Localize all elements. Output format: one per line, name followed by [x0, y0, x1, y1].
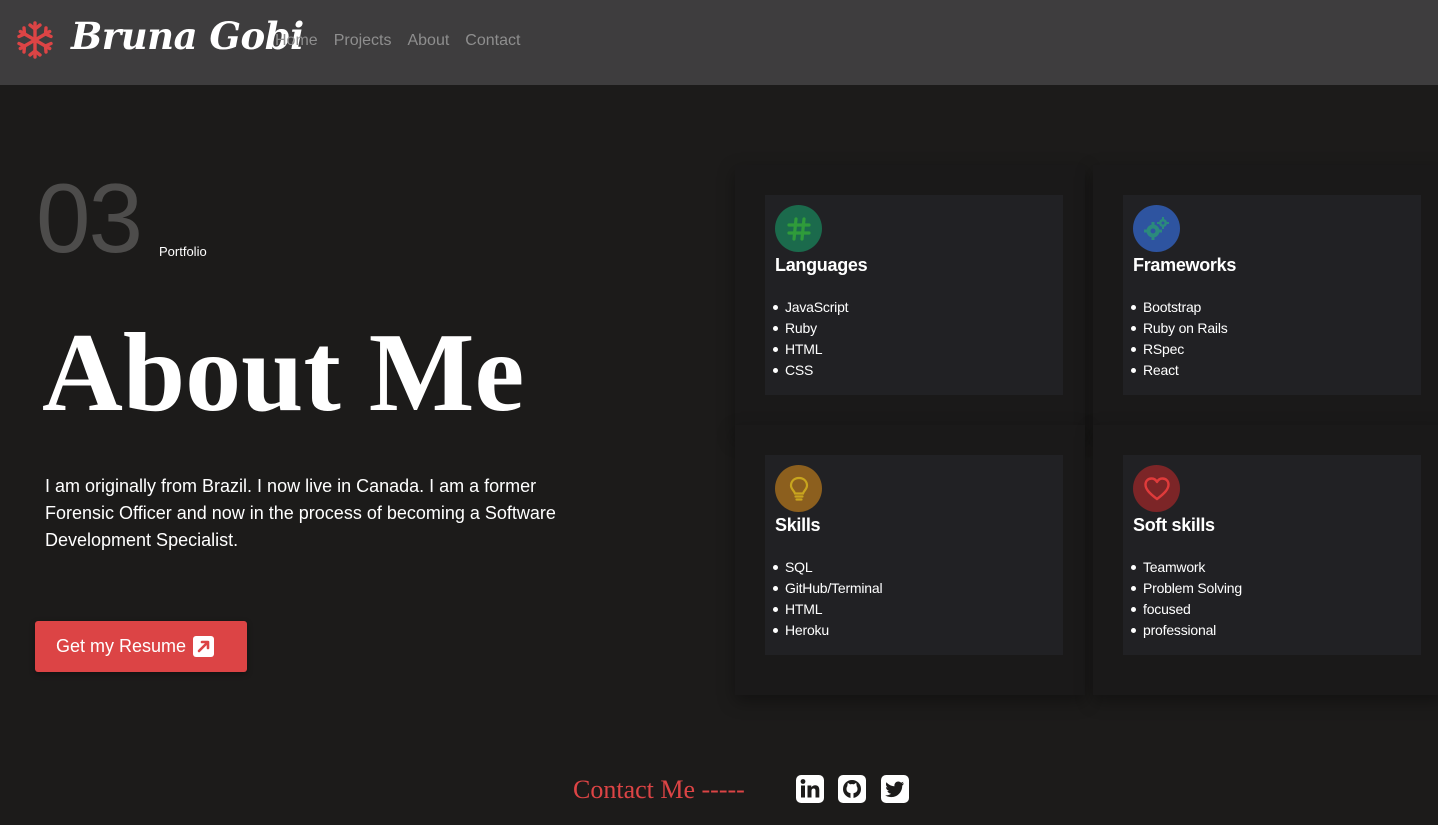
list-item: HTML: [772, 599, 882, 620]
nav-projects-link[interactable]: Projects: [334, 32, 392, 50]
list-item: Problem Solving: [1131, 578, 1242, 599]
github-icon[interactable]: [838, 775, 866, 803]
linkedin-icon[interactable]: [796, 775, 824, 803]
list-item: focused: [1131, 599, 1242, 620]
frameworks-card: Frameworks Bootstrap Ruby on Rails RSpec…: [1093, 165, 1438, 435]
list-item: Bootstrap: [1131, 297, 1228, 318]
card-list: JavaScript Ruby HTML CSS: [772, 297, 849, 381]
list-item: HTML: [772, 339, 848, 360]
card-body: Skills SQL GitHub/Terminal HTML Heroku: [765, 455, 1063, 655]
twitter-icon[interactable]: [881, 775, 909, 803]
card-title: Frameworks: [1133, 255, 1237, 275]
languages-card: Languages JavaScript Ruby HTML CSS: [735, 165, 1085, 435]
brand-name[interactable]: Bruna Gobi: [71, 14, 304, 58]
navbar: Bruna Gobi Home Projects About Contact: [0, 0, 1438, 85]
nav-contact-link[interactable]: Contact: [465, 32, 520, 50]
lightbulb-icon: [775, 465, 822, 512]
section-number: 03: [36, 163, 143, 273]
soft-skills-card: Soft skills Teamwork Problem Solving foc…: [1093, 425, 1438, 695]
heart-icon: [1133, 465, 1180, 512]
contact-label: Contact Me -----: [573, 775, 745, 804]
card-list: Teamwork Problem Solving focused profess…: [1131, 557, 1242, 641]
list-item: JavaScript: [772, 297, 849, 318]
resume-button-label: Get my Resume: [56, 636, 187, 656]
card-body: Frameworks Bootstrap Ruby on Rails RSpec…: [1123, 195, 1421, 395]
nav-home-link[interactable]: Home: [275, 32, 318, 50]
get-resume-button[interactable]: Get my Resume: [35, 621, 247, 672]
list-item: Teamwork: [1131, 557, 1242, 578]
card-body: Languages JavaScript Ruby HTML CSS: [765, 195, 1063, 395]
list-item: Ruby on Rails: [1131, 318, 1228, 339]
gears-icon: [1133, 205, 1180, 252]
page-title: About Me: [42, 311, 525, 435]
list-item: professional: [1131, 620, 1242, 641]
card-title: Languages: [775, 255, 868, 275]
section-label: Portfolio: [159, 244, 207, 259]
card-list: SQL GitHub/Terminal HTML Heroku: [772, 557, 883, 641]
hashtag-icon: [775, 205, 822, 252]
external-link-icon: [193, 636, 215, 657]
about-description: I am originally from Brazil. I now live …: [45, 476, 556, 550]
snowflake-icon[interactable]: [16, 21, 54, 59]
card-title: Skills: [775, 515, 821, 535]
list-item: React: [1131, 360, 1228, 381]
list-item: RSpec: [1131, 339, 1228, 360]
skills-card: Skills SQL GitHub/Terminal HTML Heroku: [735, 425, 1085, 695]
list-item: Heroku: [772, 620, 882, 641]
list-item: SQL: [772, 557, 882, 578]
nav-about-link[interactable]: About: [407, 32, 449, 50]
nav-links: Home Projects About Contact: [275, 32, 520, 50]
card-list: Bootstrap Ruby on Rails RSpec React: [1131, 297, 1228, 381]
list-item: GitHub/Terminal: [772, 578, 883, 599]
card-body: Soft skills Teamwork Problem Solving foc…: [1123, 455, 1421, 655]
list-item: Ruby: [772, 318, 848, 339]
list-item: CSS: [772, 360, 848, 381]
card-title: Soft skills: [1133, 515, 1215, 535]
